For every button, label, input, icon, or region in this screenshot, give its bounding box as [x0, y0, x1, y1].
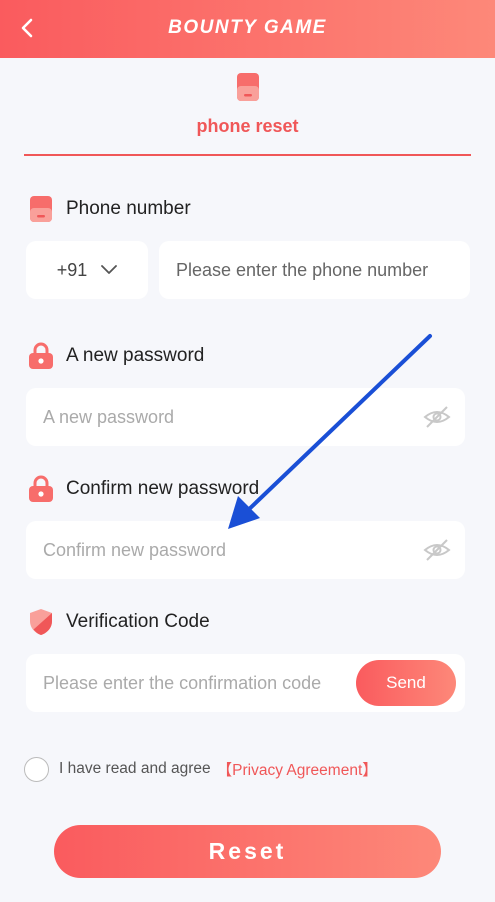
agreement-text: I have read and agree — [59, 760, 211, 777]
confirm-password-label: Confirm new password — [66, 478, 260, 499]
phone-input[interactable] — [176, 241, 461, 299]
tab-phone-reset[interactable]: phone reset — [0, 116, 495, 137]
eye-closed-icon[interactable] — [423, 404, 451, 430]
reset-button[interactable]: Reset — [54, 825, 441, 878]
lock-icon — [28, 342, 54, 370]
eye-closed-icon[interactable] — [423, 537, 451, 563]
verification-label-row: Verification Code — [28, 607, 210, 637]
country-code-value: +91 — [56, 259, 88, 280]
verification-code-input[interactable] — [43, 654, 353, 712]
phone-label-row: Phone number — [28, 194, 191, 224]
confirm-password-label-row: Confirm new password — [28, 474, 259, 504]
country-code-select[interactable]: +91 — [26, 241, 148, 299]
chevron-down-icon — [101, 265, 118, 274]
tab-underline — [24, 154, 471, 156]
new-password-field — [26, 388, 465, 446]
phone-number-label: Phone number — [66, 198, 191, 219]
verification-code-label: Verification Code — [66, 611, 210, 632]
phone-icon — [237, 73, 259, 101]
app-logo: BOUNTY GAME — [168, 17, 327, 38]
lock-icon — [28, 475, 54, 503]
phone-field — [159, 241, 470, 299]
new-password-label: A new password — [66, 345, 205, 366]
phone-icon — [28, 195, 54, 223]
confirm-password-input[interactable] — [43, 521, 413, 579]
confirm-password-field — [26, 521, 465, 579]
new-password-input[interactable] — [43, 388, 413, 446]
privacy-agreement-link[interactable]: 【Privacy Agreement】 — [217, 758, 378, 780]
send-code-button[interactable]: Send — [356, 660, 456, 706]
agree-checkbox[interactable] — [24, 756, 49, 782]
header-bar: BOUNTY GAME — [0, 0, 495, 58]
agreement-row: I have read and agree 【Privacy Agreement… — [24, 756, 378, 782]
shield-icon — [28, 608, 54, 636]
new-password-label-row: A new password — [28, 341, 204, 371]
